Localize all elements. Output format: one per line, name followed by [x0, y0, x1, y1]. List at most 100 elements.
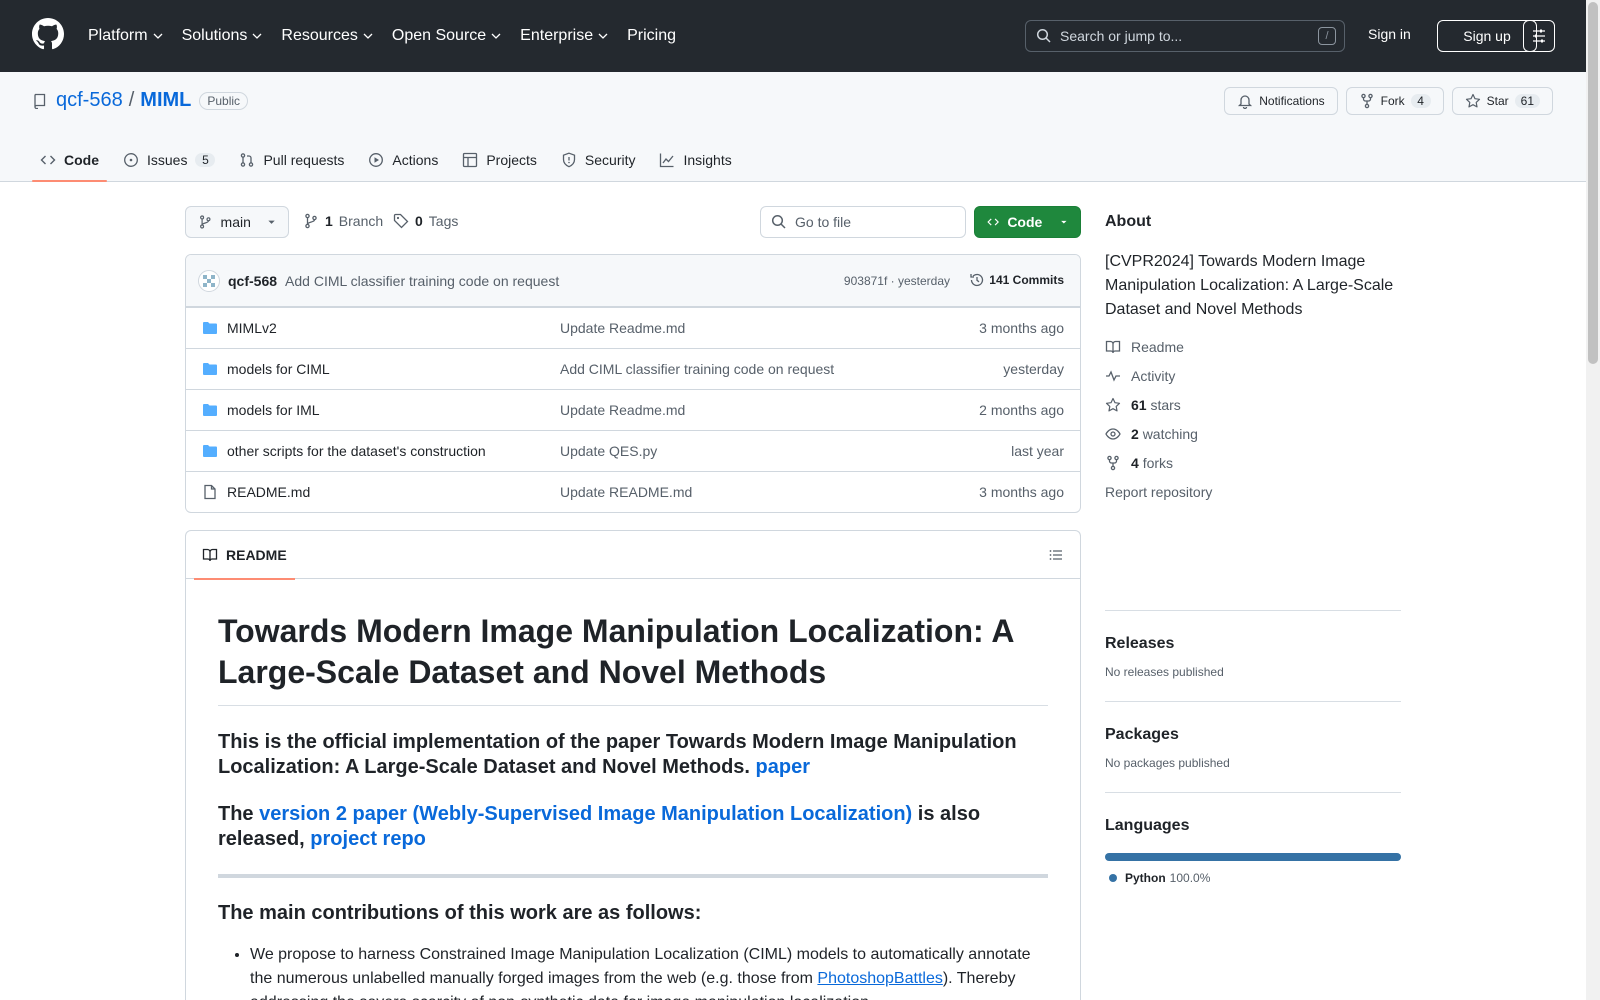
table-of-contents-button[interactable] — [1048, 547, 1064, 563]
repo-name-link[interactable]: MIML — [140, 89, 191, 112]
github-logo-icon[interactable] — [32, 18, 64, 50]
readme-tab[interactable]: README — [194, 531, 295, 580]
readme-link[interactable]: Readme — [1105, 332, 1401, 361]
tab-actions[interactable]: Actions — [360, 138, 446, 182]
project-repo-link[interactable]: project repo — [310, 828, 426, 850]
activity-link[interactable]: Activity — [1105, 361, 1401, 390]
commit-hash-time[interactable]: 903871f · yesterday — [844, 274, 950, 288]
tab-projects[interactable]: Projects — [454, 138, 545, 182]
tab-pull-requests[interactable]: Pull requests — [231, 138, 352, 182]
language-item[interactable]: Python 100.0% — [1105, 871, 1401, 885]
nav-platform[interactable]: Platform — [88, 27, 172, 45]
nav-open-source[interactable]: Open Source — [392, 27, 510, 45]
branch-icon — [305, 213, 317, 229]
fork-count: 4 — [1410, 94, 1431, 108]
commit-message-link[interactable]: Add CIML classifier training code on req… — [285, 273, 559, 289]
repo-separator: / — [128, 89, 135, 111]
caret-down-icon — [268, 220, 275, 224]
folder-icon — [203, 445, 217, 457]
forks-label: forks — [1142, 454, 1174, 471]
issue-icon — [124, 153, 138, 167]
file-row[interactable]: README.md Update README.md 3 months ago — [186, 471, 1080, 512]
scrollbar-thumb[interactable] — [1588, 2, 1598, 364]
packages-heading[interactable]: Packages — [1105, 726, 1401, 744]
file-row[interactable]: models for CIML Add CIML classifier trai… — [186, 348, 1080, 389]
watching-count: 2 — [1131, 425, 1139, 442]
file-name-link[interactable]: MIMLv2 — [227, 320, 277, 336]
fork-icon — [1360, 93, 1373, 109]
repo-tabs: Code Issues 5 Pull requests Actions Proj… — [32, 138, 748, 182]
nav-pricing[interactable]: Pricing — [627, 27, 684, 45]
tab-pull-requests-label: Pull requests — [263, 152, 345, 168]
paper-link[interactable]: paper — [756, 756, 810, 778]
file-name-link[interactable]: models for IML — [227, 402, 320, 418]
global-search-input[interactable]: Search or jump to... / — [1025, 20, 1345, 52]
notifications-label: Notifications — [1259, 94, 1325, 108]
report-repository-link[interactable]: Report repository — [1105, 484, 1212, 500]
go-to-file-input[interactable]: Go to file — [760, 206, 966, 238]
chevron-down-icon — [598, 33, 608, 39]
file-commit-time: last year — [1011, 443, 1064, 459]
tag-count-label: Tags — [428, 213, 459, 229]
file-commit-message[interactable]: Update Readme.md — [560, 402, 685, 418]
sign-up-button[interactable]: Sign up — [1437, 20, 1537, 52]
notifications-button[interactable]: Notifications — [1224, 87, 1338, 115]
file-commit-message[interactable]: Add CIML classifier training code on req… — [560, 361, 834, 377]
tab-security[interactable]: Security — [553, 138, 644, 182]
code-download-button[interactable]: Code — [974, 206, 1081, 238]
file-row[interactable]: MIMLv2 Update Readme.md 3 months ago — [186, 307, 1080, 348]
commits-history-link[interactable]: 141 Commits — [969, 272, 1064, 288]
page-scrollbar[interactable] — [1586, 0, 1600, 1000]
readme-link-label: Readme — [1131, 338, 1184, 355]
releases-heading[interactable]: Releases — [1105, 635, 1401, 653]
tab-issues[interactable]: Issues 5 — [115, 138, 223, 182]
file-name-link[interactable]: README.md — [227, 484, 310, 500]
sliders-icon — [1533, 29, 1545, 43]
file-commit-message[interactable]: Update QES.py — [560, 443, 657, 459]
file-name-link[interactable]: models for CIML — [227, 361, 330, 377]
table-icon — [463, 152, 478, 168]
nav-enterprise[interactable]: Enterprise — [520, 27, 617, 45]
search-shortcut-key: / — [1318, 27, 1336, 45]
avatar[interactable] — [198, 269, 220, 292]
about-links: Readme Activity 61 stars 2 watching 4 fo… — [1105, 332, 1401, 477]
readme-title: Towards Modern Image Manipulation Locali… — [218, 611, 1048, 706]
divider — [218, 874, 1048, 878]
file-name-link[interactable]: other scripts for the dataset's construc… — [227, 443, 486, 459]
folder-icon — [203, 404, 217, 416]
global-header: Platform Solutions Resources Open Source… — [0, 0, 1586, 72]
readme-body: Towards Modern Image Manipulation Locali… — [186, 579, 1080, 1000]
fork-button[interactable]: Fork 4 — [1345, 87, 1444, 115]
code-button-label: Code — [1007, 214, 1043, 230]
forks-link[interactable]: 4 forks — [1105, 448, 1401, 477]
settings-menu-button[interactable] — [1523, 20, 1555, 52]
repo-owner-link[interactable]: qcf-568 — [56, 89, 123, 112]
watching-link[interactable]: 2 watching — [1105, 419, 1401, 448]
file-row[interactable]: models for IML Update Readme.md 2 months… — [186, 389, 1080, 430]
file-commit-message[interactable]: Update Readme.md — [560, 320, 685, 336]
stars-link[interactable]: 61 stars — [1105, 390, 1401, 419]
file-commit-message[interactable]: Update README.md — [560, 484, 692, 500]
tab-security-label: Security — [584, 152, 636, 168]
branch-count-label: Branch — [338, 213, 384, 229]
star-button[interactable]: Star 61 — [1451, 87, 1553, 115]
readme-tab-label: README — [226, 547, 287, 563]
file-row[interactable]: other scripts for the dataset's construc… — [186, 430, 1080, 471]
nav-solutions[interactable]: Solutions — [182, 27, 272, 45]
photoshopbattles-link[interactable]: PhotoshopBattles — [817, 970, 942, 987]
language-name: Python — [1125, 871, 1166, 885]
sign-in-link[interactable]: Sign in — [1368, 26, 1411, 42]
star-icon — [1465, 93, 1480, 108]
contributions-list: We propose to harness Constrained Image … — [218, 943, 1048, 1000]
commit-author-link[interactable]: qcf-568 — [228, 273, 277, 289]
tab-code[interactable]: Code — [32, 138, 107, 182]
global-nav: Platform Solutions Resources Open Source… — [88, 0, 694, 72]
nav-resources[interactable]: Resources — [281, 27, 381, 45]
tags-link[interactable]: 0 Tags — [393, 213, 458, 229]
branches-link[interactable]: 1 Branch — [303, 213, 383, 229]
search-icon — [1036, 28, 1051, 43]
tab-insights[interactable]: Insights — [651, 138, 739, 182]
branch-selector[interactable]: main — [185, 206, 289, 238]
v2-paper-link[interactable]: version 2 paper (Webly-Supervised Image … — [259, 803, 912, 825]
list-item: We propose to harness Constrained Image … — [250, 943, 1048, 1000]
